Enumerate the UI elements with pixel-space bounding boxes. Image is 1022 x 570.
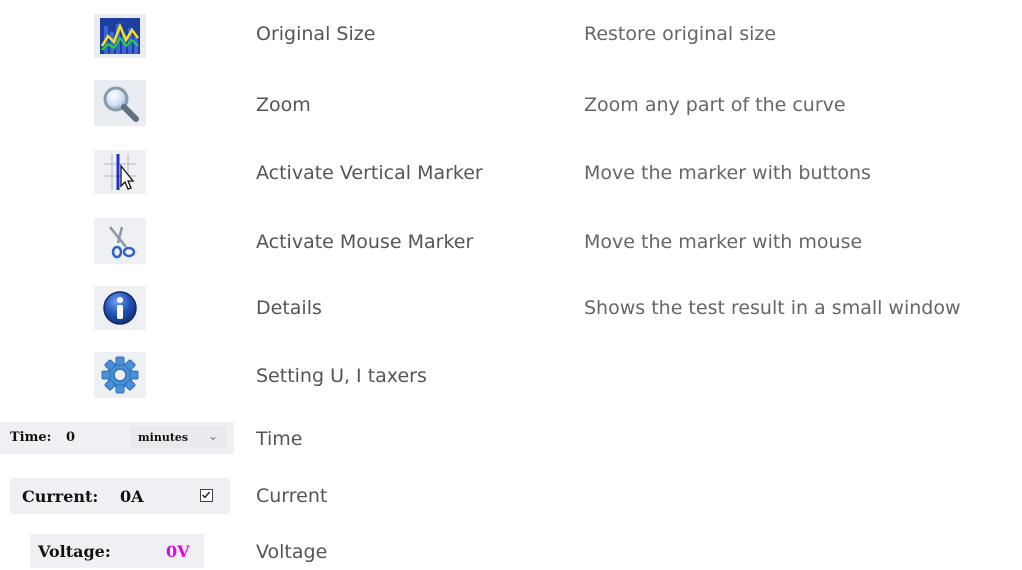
row-description: Move the marker with mouse	[584, 231, 863, 253]
row-description: Move the marker with buttons	[584, 162, 871, 184]
current-value: 0A	[120, 487, 144, 506]
current-control: Current: 0A	[10, 478, 230, 514]
row-mouse-marker: Activate Mouse Marker Move the marker wi…	[0, 218, 1022, 264]
row-label: Original Size	[256, 23, 376, 45]
voltage-value: 0V	[166, 542, 190, 561]
row-vertical-marker: Activate Vertical Marker Move the marker…	[0, 150, 1022, 194]
info-icon	[103, 291, 137, 325]
row-label: Activate Vertical Marker	[256, 162, 483, 184]
time-unit-select[interactable]: minutes ⌄	[130, 426, 226, 448]
zoom-button[interactable]	[94, 80, 146, 126]
row-time: Time: 0 minutes ⌄ Time	[0, 420, 1022, 460]
vertical-marker-button[interactable]	[94, 150, 146, 194]
row-description: Shows the test result in a small window	[584, 297, 961, 319]
scissors-icon	[109, 226, 136, 259]
row-description: Zoom any part of the curve	[584, 94, 846, 116]
current-label: Current:	[22, 487, 99, 506]
magnifier-icon	[103, 86, 139, 122]
vertical-marker-icon	[104, 154, 136, 190]
chart-icon	[100, 18, 140, 54]
chevron-down-icon: ⌄	[207, 429, 218, 443]
row-settings: Setting U, I taxers	[0, 352, 1022, 398]
row-zoom: Zoom Zoom any part of the curve	[0, 80, 1022, 126]
row-details: Details Shows the test result in a small…	[0, 286, 1022, 330]
time-unit-value: minutes	[138, 430, 189, 444]
row-current: Current: 0A Current	[0, 478, 1022, 518]
row-label: Time	[256, 428, 303, 450]
row-label: Activate Mouse Marker	[256, 231, 474, 253]
current-checkbox[interactable]	[200, 489, 213, 502]
row-original-size: Original Size Restore original size	[0, 14, 1022, 58]
row-label: Voltage	[256, 541, 328, 563]
row-label: Details	[256, 297, 322, 319]
time-label: Time:	[10, 430, 52, 445]
row-label: Setting U, I taxers	[256, 365, 427, 387]
time-value: 0	[66, 430, 76, 445]
time-control: Time: 0 minutes ⌄	[0, 422, 234, 454]
gear-icon	[101, 356, 139, 394]
row-label: Zoom	[256, 94, 311, 116]
row-voltage: Voltage: 0V Voltage	[0, 530, 1022, 570]
checkmark-icon	[202, 491, 211, 499]
mouse-marker-button[interactable]	[94, 218, 146, 264]
row-description: Restore original size	[584, 23, 777, 45]
details-button[interactable]	[94, 286, 146, 330]
voltage-label: Voltage:	[38, 542, 111, 561]
voltage-control: Voltage: 0V	[30, 534, 204, 568]
settings-button[interactable]	[94, 352, 146, 398]
row-label: Current	[256, 485, 328, 507]
original-size-button[interactable]	[94, 14, 146, 58]
